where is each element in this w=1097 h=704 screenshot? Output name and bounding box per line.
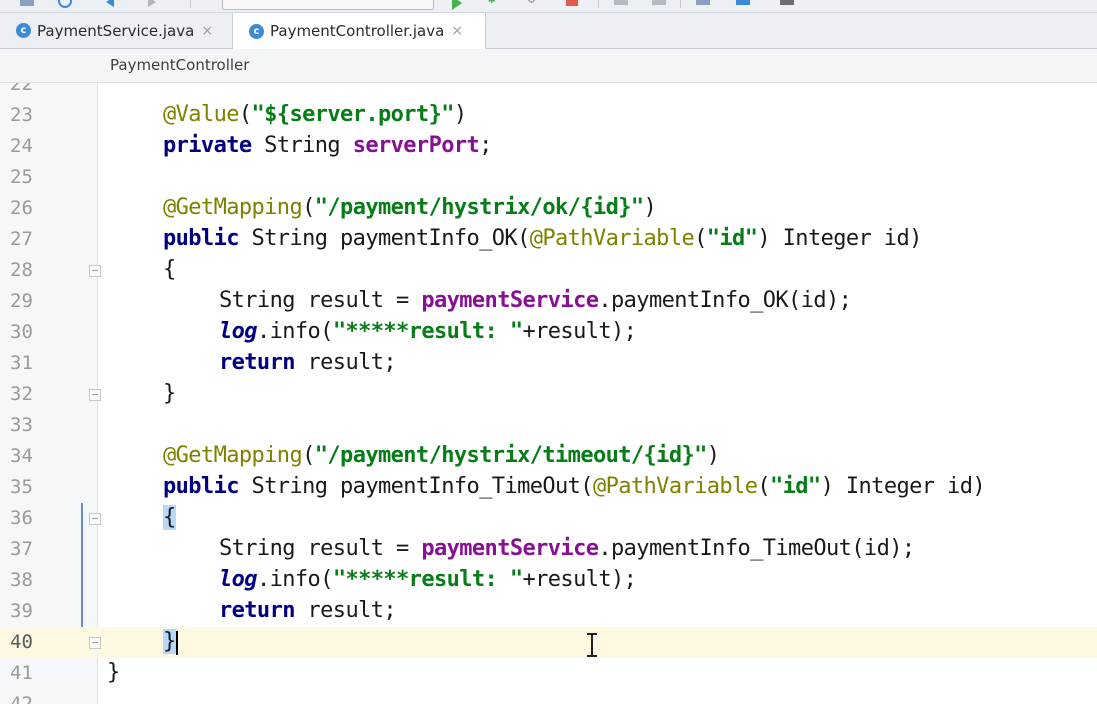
- line-number: 41: [10, 662, 33, 684]
- code-text: {: [163, 505, 176, 530]
- text-caret: [176, 631, 178, 655]
- code-line[interactable]: 30 log.info("*****result: "+result);: [0, 317, 1097, 348]
- breadcrumb: PaymentController: [0, 49, 1097, 83]
- code-line-current[interactable]: 40 }: [0, 627, 1097, 658]
- code-line[interactable]: 31 return result;: [0, 348, 1097, 379]
- java-class-icon: c: [249, 23, 264, 39]
- code-text: private String serverPort;: [163, 133, 492, 158]
- code-text: @Value("${server.port}"): [163, 102, 467, 127]
- code-text: }: [163, 381, 176, 406]
- toolbar-divider: [190, 0, 191, 8]
- code-text: String result = paymentService.paymentIn…: [219, 536, 915, 561]
- toolbar-divider: [598, 0, 599, 8]
- line-number: 23: [10, 104, 33, 126]
- matched-brace: {: [163, 505, 176, 530]
- matched-brace: }: [163, 629, 176, 654]
- code-text: @GetMapping("/payment/hystrix/ok/{id}"): [163, 195, 657, 220]
- code-text: }: [163, 629, 176, 654]
- code-line[interactable]: 42: [0, 689, 1097, 704]
- breadcrumb-item-class[interactable]: PaymentController: [110, 56, 249, 74]
- tab-payment-service[interactable]: c PaymentService.java ×: [0, 13, 232, 48]
- code-line[interactable]: 35 public String paymentInfo_TimeOut(@Pa…: [0, 472, 1097, 503]
- line-number: 35: [10, 476, 33, 498]
- stop-icon[interactable]: [566, 0, 578, 6]
- fold-end-icon[interactable]: [89, 389, 101, 401]
- line-number: 42: [10, 693, 33, 704]
- code-text: String result = paymentService.paymentIn…: [219, 288, 852, 313]
- line-number: 26: [10, 197, 33, 219]
- code-line[interactable]: 36 {: [0, 503, 1097, 534]
- line-number: 37: [10, 538, 33, 560]
- code-line[interactable]: 33: [0, 410, 1097, 441]
- code-line[interactable]: 37 String result = paymentService.paymen…: [0, 534, 1097, 565]
- line-number: 38: [10, 569, 33, 591]
- main-toolbar: ✱ ⚙: [0, 0, 1097, 13]
- code-line[interactable]: 22: [0, 83, 1097, 100]
- close-icon[interactable]: ×: [201, 23, 213, 39]
- forward-icon[interactable]: [148, 0, 156, 7]
- code-line[interactable]: 24 private String serverPort;: [0, 131, 1097, 162]
- line-number: 28: [10, 259, 33, 281]
- fold-end-icon[interactable]: [89, 637, 101, 649]
- code-line[interactable]: 39 return result;: [0, 596, 1097, 627]
- coverage-icon[interactable]: ⚙: [528, 0, 542, 6]
- code-line[interactable]: 28 {: [0, 255, 1097, 286]
- toolbar-divider: [680, 0, 681, 8]
- editor-tab-bar: c PaymentService.java × c PaymentControl…: [0, 13, 1097, 49]
- line-number: 33: [10, 414, 33, 436]
- code-line[interactable]: 23 @Value("${server.port}"): [0, 100, 1097, 131]
- vcs-icon[interactable]: [614, 0, 628, 5]
- java-class-icon: c: [16, 23, 31, 38]
- line-number: 22: [10, 83, 33, 95]
- code-line[interactable]: 41 }: [0, 658, 1097, 689]
- code-text: {: [163, 257, 176, 282]
- tab-payment-controller[interactable]: c PaymentController.java ×: [232, 13, 486, 49]
- line-number: 25: [10, 166, 33, 188]
- vcs-push-icon[interactable]: [652, 0, 666, 5]
- line-number: 39: [10, 600, 33, 622]
- code-line[interactable]: 32 }: [0, 379, 1097, 410]
- code-text: return result;: [219, 598, 397, 623]
- code-text: log.info("*****result: "+result);: [219, 567, 637, 592]
- line-number: 30: [10, 321, 33, 343]
- fold-icon[interactable]: [89, 513, 101, 525]
- code-text: public String paymentInfo_OK(@PathVariab…: [163, 226, 922, 251]
- mouse-ibeam-cursor: [586, 633, 598, 657]
- code-line[interactable]: 34 @GetMapping("/payment/hystrix/timeout…: [0, 441, 1097, 472]
- tab-label: PaymentController.java: [270, 22, 445, 40]
- line-number: 32: [10, 383, 33, 405]
- code-text: return result;: [219, 350, 397, 375]
- save-icon[interactable]: [780, 0, 794, 5]
- code-text: }: [107, 660, 120, 685]
- line-number: 27: [10, 228, 33, 250]
- tool-icon[interactable]: [696, 0, 710, 5]
- line-number: 34: [10, 445, 33, 467]
- code-editor[interactable]: 22 23 @Value("${server.port}") 24 privat…: [0, 83, 1097, 704]
- line-number: 31: [10, 352, 33, 374]
- debug-icon[interactable]: ✱: [488, 0, 502, 6]
- close-icon[interactable]: ×: [451, 23, 463, 39]
- fold-icon[interactable]: [89, 265, 101, 277]
- code-line[interactable]: 25: [0, 162, 1097, 193]
- tab-label: PaymentService.java: [37, 21, 195, 40]
- code-line[interactable]: 38 log.info("*****result: "+result);: [0, 565, 1097, 596]
- line-number: 24: [10, 135, 33, 157]
- code-text: public String paymentInfo_TimeOut(@PathV…: [163, 474, 986, 499]
- code-line[interactable]: 26 @GetMapping("/payment/hystrix/ok/{id}…: [0, 193, 1097, 224]
- project-structure-icon[interactable]: [736, 0, 750, 5]
- back-icon[interactable]: [106, 0, 114, 7]
- line-number: 40: [10, 631, 33, 653]
- run-configuration-select[interactable]: [222, 0, 434, 10]
- line-number: 36: [10, 507, 33, 529]
- line-number: 29: [10, 290, 33, 312]
- code-line[interactable]: 27 public String paymentInfo_OK(@PathVar…: [0, 224, 1097, 255]
- menu-icon[interactable]: [20, 0, 34, 6]
- code-text: @GetMapping("/payment/hystrix/timeout/{i…: [163, 443, 720, 468]
- code-text: log.info("*****result: "+result);: [219, 319, 637, 344]
- code-line[interactable]: 29 String result = paymentService.paymen…: [0, 286, 1097, 317]
- refresh-icon[interactable]: [58, 0, 72, 8]
- run-icon[interactable]: [452, 0, 462, 10]
